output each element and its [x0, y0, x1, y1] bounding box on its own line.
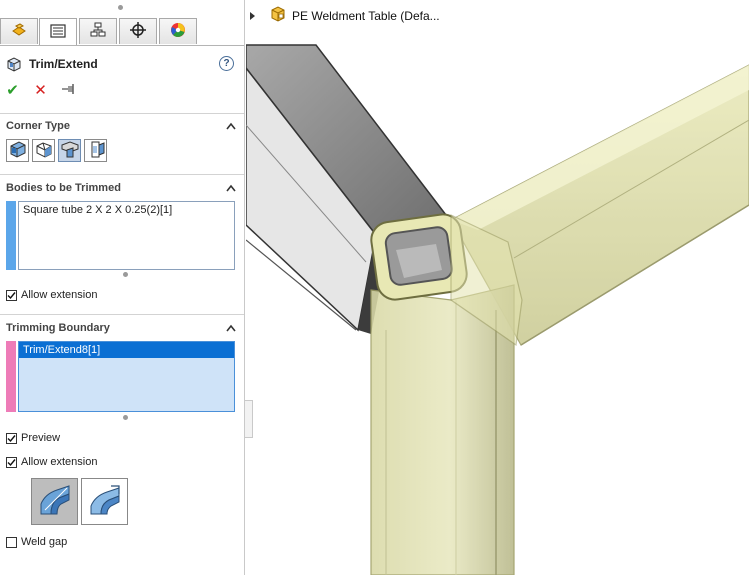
- boundary-allow-extension-checkbox[interactable]: [6, 456, 17, 468]
- help-button[interactable]: ?: [219, 56, 234, 71]
- bodies-allow-extension-row[interactable]: Allow extension: [6, 289, 97, 301]
- trim-body-icon: [37, 482, 73, 521]
- property-manager-panel: Trim/Extend ? ✔ ✕ Corner Type Bodies to …: [0, 0, 245, 575]
- chevron-up-icon[interactable]: [226, 122, 236, 130]
- manager-tabs: [0, 18, 244, 46]
- pin-icon: [61, 82, 77, 99]
- chevron-up-icon[interactable]: [226, 324, 236, 332]
- feature-tree-label: PE Weldment Table (Defa...: [292, 8, 440, 23]
- feature-manager-icon: [10, 22, 28, 41]
- divider: [0, 174, 244, 175]
- ok-button[interactable]: ✔: [5, 82, 20, 99]
- weld-gap-row[interactable]: Weld gap: [6, 536, 67, 548]
- expand-arrow-icon[interactable]: [250, 11, 255, 20]
- graphics-viewport[interactable]: [246, 0, 749, 575]
- chevron-up-icon[interactable]: [226, 184, 236, 192]
- bodies-allow-extension-label: Allow extension: [21, 289, 98, 301]
- trim-type-body-button[interactable]: [31, 478, 78, 525]
- trim-type-face-button[interactable]: [81, 478, 128, 525]
- list-resize-grip[interactable]: [123, 272, 128, 277]
- check-icon: [7, 458, 16, 466]
- trim-extend-icon: [6, 56, 22, 72]
- boundary-allow-extension-row[interactable]: Allow extension: [6, 456, 97, 468]
- feature-tree-item[interactable]: PE Weldment Table (Defa...: [250, 6, 440, 25]
- divider: [0, 314, 244, 315]
- tab-property-manager[interactable]: [39, 18, 77, 45]
- check-icon: [7, 434, 16, 442]
- end-miter-icon: [35, 140, 53, 161]
- display-manager-icon: [169, 22, 187, 41]
- preview-label: Preview: [21, 432, 61, 444]
- tab-configuration-manager[interactable]: [79, 18, 117, 44]
- cancel-button[interactable]: ✕: [33, 82, 48, 99]
- list-resize-grip[interactable]: [123, 415, 128, 420]
- feature-title-row: Trim/Extend: [6, 56, 98, 72]
- action-buttons: ✔ ✕: [5, 82, 76, 99]
- check-icon: [7, 291, 16, 299]
- end-trim-icon: [9, 140, 27, 161]
- bodies-allow-extension-checkbox[interactable]: [6, 289, 17, 301]
- bodies-color-bar: [6, 201, 16, 270]
- tab-display-manager[interactable]: [159, 18, 197, 44]
- property-manager-icon: [49, 23, 67, 42]
- configuration-manager-icon: [89, 22, 107, 41]
- end-butt1-icon: [61, 140, 79, 161]
- corner-type-buttons: [6, 139, 107, 162]
- tab-feature-manager[interactable]: [0, 18, 38, 44]
- list-item[interactable]: Trim/Extend8[1]: [19, 342, 234, 358]
- preview-checkbox[interactable]: [6, 432, 17, 444]
- corner-type-heading: Corner Type: [6, 120, 70, 132]
- boundary-heading: Trimming Boundary: [6, 322, 110, 334]
- pin-button[interactable]: [61, 82, 76, 98]
- preview-row[interactable]: Preview: [6, 432, 60, 444]
- bodies-list[interactable]: Square tube 2 X 2 X 0.25(2)[1]: [18, 201, 235, 270]
- weldment-table-icon: [269, 6, 287, 25]
- panel-resize-grip[interactable]: [118, 5, 123, 10]
- trim-face-icon: [87, 482, 123, 521]
- page-title: Trim/Extend: [29, 57, 98, 71]
- boundary-list[interactable]: Trim/Extend8[1]: [18, 341, 235, 412]
- dimxpert-icon: [129, 22, 147, 41]
- boundary-color-bar: [6, 341, 16, 412]
- end-miter-button[interactable]: [32, 139, 55, 162]
- tab-dimxpert[interactable]: [119, 18, 157, 44]
- end-butt1-button[interactable]: [58, 139, 81, 162]
- list-item[interactable]: Square tube 2 X 2 X 0.25(2)[1]: [19, 202, 234, 218]
- end-butt2-icon: [87, 140, 105, 161]
- end-butt2-button[interactable]: [84, 139, 107, 162]
- divider: [0, 113, 244, 114]
- boundary-allow-extension-label: Allow extension: [21, 456, 98, 468]
- weld-gap-checkbox[interactable]: [6, 536, 17, 548]
- weld-gap-label: Weld gap: [21, 536, 68, 548]
- bodies-heading: Bodies to be Trimmed: [6, 182, 121, 194]
- end-trim-button[interactable]: [6, 139, 29, 162]
